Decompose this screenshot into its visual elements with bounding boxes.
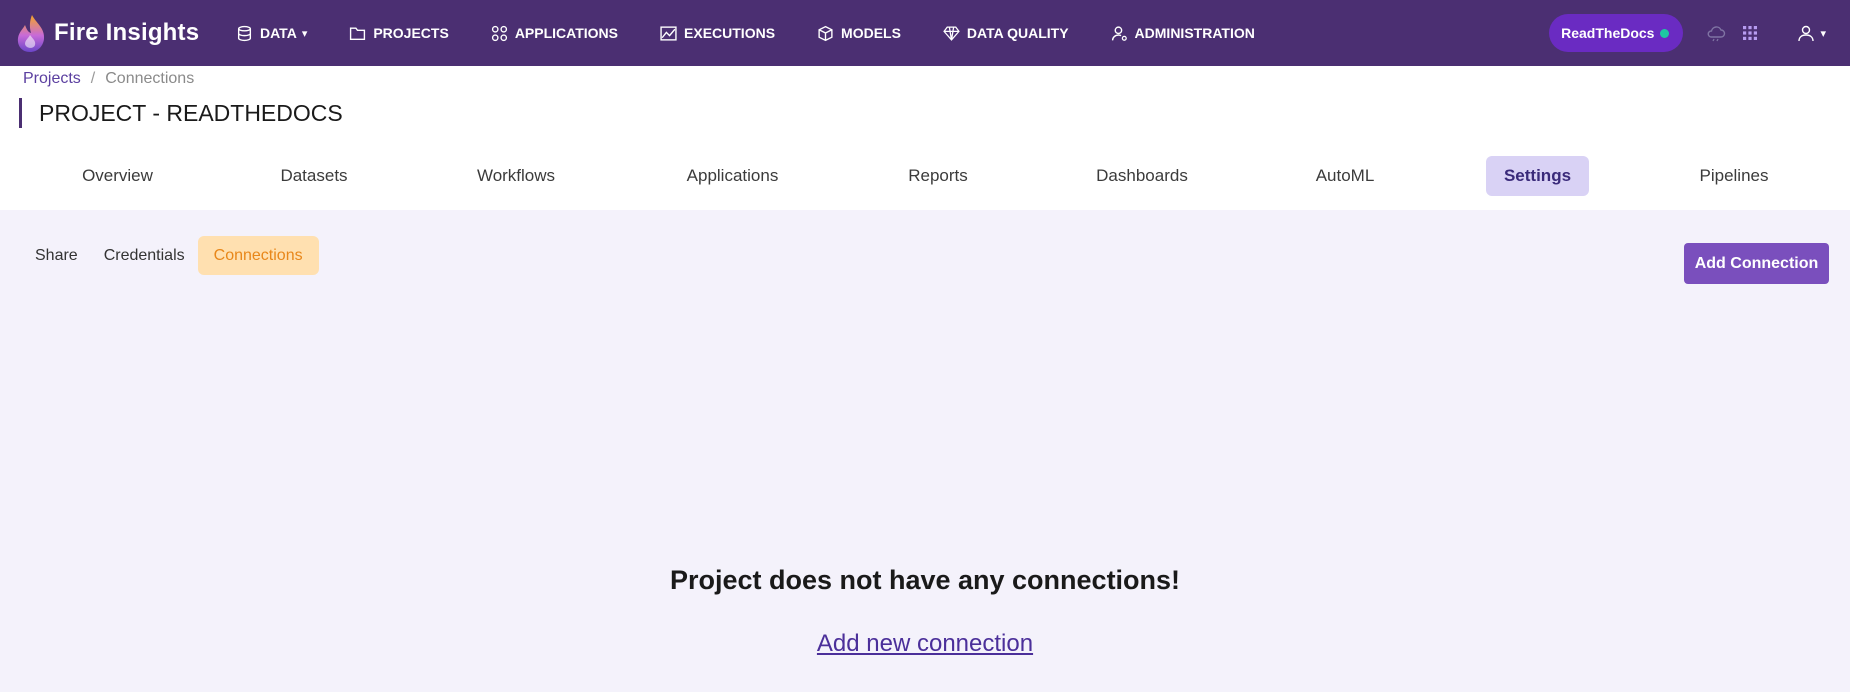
nav-models[interactable]: MODELS [817,0,901,66]
nav-data[interactable]: DATA ▾ [236,0,307,66]
nav-applications[interactable]: APPLICATIONS [491,0,618,66]
nav-executions[interactable]: EXECUTIONS [660,0,775,66]
tab-workflows[interactable]: Workflows [466,156,566,196]
nav-executions-label: EXECUTIONS [684,25,776,41]
add-new-connection-link[interactable]: Add new connection [817,630,1033,657]
breadcrumb-separator: / [90,70,96,87]
breadcrumb-projects-link[interactable]: Projects [23,70,81,88]
folder-icon [350,26,366,40]
cube-icon [818,25,833,41]
user-cog-icon [1111,25,1127,41]
tab-datasets[interactable]: Datasets [265,156,363,196]
tab-dashboards[interactable]: Dashboards [1088,156,1196,196]
tab-settings[interactable]: Settings [1486,156,1589,196]
user-menu[interactable]: ▾ [1797,24,1826,42]
app-name: Fire Insights [54,19,200,46]
breadcrumb: Projects / Connections [23,70,194,88]
page-title: PROJECT - READTHEDOCS [19,98,343,128]
tab-applications[interactable]: Applications [675,156,790,196]
chevron-down-icon: ▾ [1820,27,1826,40]
database-icon [237,25,252,41]
apps-grid-icon [491,25,507,41]
nav-models-label: MODELS [841,25,901,41]
diamond-icon [943,25,960,41]
add-connection-button[interactable]: Add Connection [1684,243,1829,284]
nav-projects[interactable]: PROJECTS [349,0,449,66]
user-icon [1798,25,1815,42]
tab-pipelines[interactable]: Pipelines [1690,156,1778,196]
project-tabs: Overview Datasets Workflows Applications… [0,156,1850,206]
subtab-connections[interactable]: Connections [197,236,319,275]
cloud-icon[interactable] [1705,22,1727,44]
org-switcher[interactable]: ReadTheDocs [1549,14,1684,52]
chevron-down-icon: ▾ [301,27,308,40]
settings-subtabs: Share Credentials Connections [22,236,319,275]
flame-logo-icon [17,15,45,52]
subtab-share[interactable]: Share [22,236,91,275]
nav-data-quality-label: DATA QUALITY [966,25,1069,41]
nav-applications-label: APPLICATIONS [514,25,619,41]
tab-automl[interactable]: AutoML [1305,156,1385,196]
empty-state-message: Project does not have any connections! [669,565,1181,595]
chart-area-icon [660,25,677,41]
nav-data-label: DATA [260,25,297,41]
nav-administration[interactable]: ADMINISTRATION [1111,0,1255,66]
breadcrumb-current: Connections [105,70,195,87]
subtab-credentials[interactable]: Credentials [91,236,198,275]
nav-administration-label: ADMINISTRATION [1134,25,1255,41]
top-navbar: Fire Insights DATA ▾ PROJECTS APPLICATIO… [0,0,1850,66]
page-header: Projects / Connections PROJECT - READTHE… [0,66,1850,210]
tab-overview[interactable]: Overview [70,156,165,196]
status-dot [1660,28,1670,38]
grid-dots-icon[interactable] [1739,22,1761,44]
org-name: ReadTheDocs [1561,25,1655,41]
nav-data-quality[interactable]: DATA QUALITY [943,0,1069,66]
nav-projects-label: PROJECTS [373,25,449,41]
brand[interactable]: Fire Insights [14,13,214,53]
tab-reports[interactable]: Reports [898,156,978,196]
empty-state-link-wrapper: Add new connection [0,630,1850,658]
